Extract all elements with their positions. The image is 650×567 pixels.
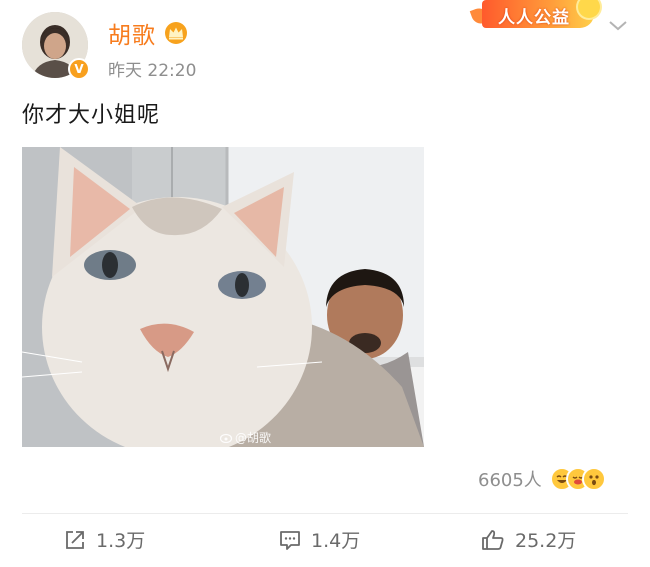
like-count: 25.2万 — [515, 530, 577, 552]
repost-button[interactable]: 1.3万 — [64, 526, 145, 553]
cat-photo — [22, 147, 424, 447]
username[interactable]: 胡歌 — [108, 16, 188, 50]
post-time: 昨天 22:20 — [108, 61, 197, 81]
chevron-down-icon[interactable] — [605, 14, 631, 36]
reaction-count: 6605人 — [478, 470, 542, 491]
comment-button[interactable]: 1.4万 — [279, 526, 360, 553]
comment-icon — [280, 530, 300, 550]
share-icon — [66, 530, 84, 549]
repost-count: 1.3万 — [96, 530, 146, 552]
charity-badge-label: 人人公益 — [498, 8, 570, 28]
image-watermark: @胡歌 — [220, 429, 271, 446]
watermark-text: @胡歌 — [235, 431, 272, 445]
avatar[interactable]: V — [22, 12, 90, 80]
crown-icon — [165, 22, 187, 44]
sun-icon — [578, 0, 600, 18]
username-text: 胡歌 — [108, 23, 156, 49]
post-image[interactable]: @胡歌 — [22, 147, 424, 447]
charity-badge[interactable]: 人人公益 — [469, 0, 600, 32]
thumbs-up-icon — [482, 529, 504, 550]
weibo-icon — [220, 433, 233, 443]
like-button[interactable]: 25.2万 — [481, 526, 576, 553]
comment-count: 1.4万 — [311, 530, 361, 552]
post-text: 你才大小姐呢 — [22, 103, 161, 128]
reaction-summary[interactable]: 6605人 — [478, 466, 606, 492]
divider — [22, 513, 628, 514]
verified-icon: V — [68, 58, 90, 80]
surprised-emoji-icon — [581, 467, 606, 491]
